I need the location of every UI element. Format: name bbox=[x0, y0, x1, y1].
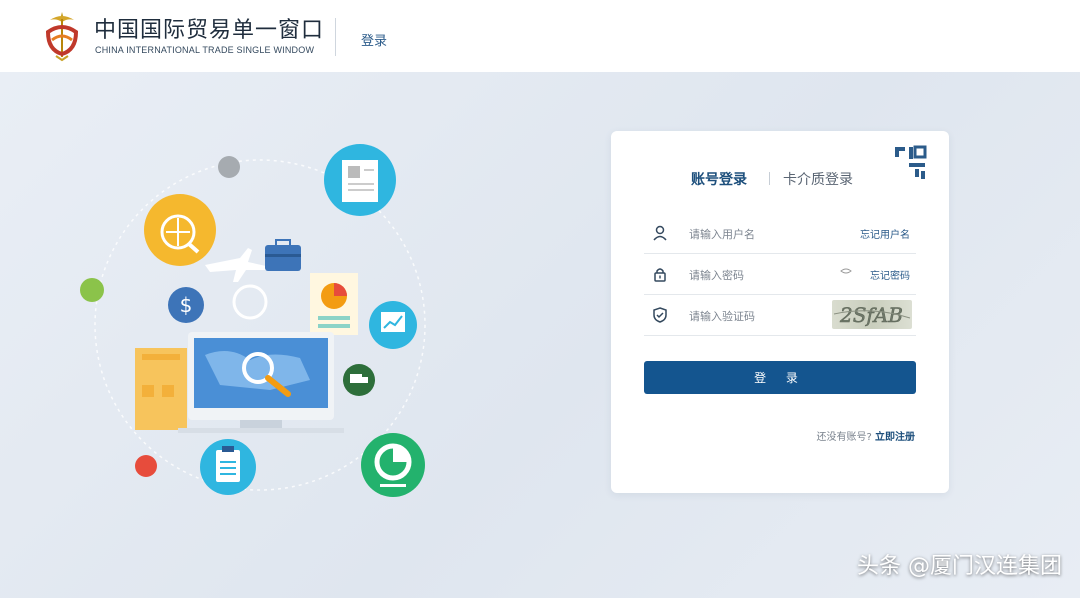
login-card: 账号登录 卡介质登录 忘记用户名 忘记密码 2SfAB bbox=[611, 131, 949, 493]
shield-check-icon bbox=[653, 307, 667, 323]
password-row: 忘记密码 bbox=[644, 254, 916, 295]
site-title-en: CHINA INTERNATIONAL TRADE SINGLE WINDOW bbox=[95, 45, 315, 55]
clipboard-icon bbox=[200, 439, 256, 495]
captcha-text: 2SfAB bbox=[839, 303, 903, 327]
pie-report-icon bbox=[310, 273, 358, 335]
username-row: 忘记用户名 bbox=[644, 213, 916, 254]
login-button[interactable]: 登 录 bbox=[644, 361, 916, 394]
svg-text:$: $ bbox=[180, 293, 193, 317]
green-dot bbox=[80, 278, 104, 302]
resume-document-icon bbox=[324, 144, 396, 216]
captcha-row: 2SfAB bbox=[644, 295, 916, 336]
trade-illustration: $ bbox=[80, 144, 426, 497]
airplane-icon bbox=[205, 248, 266, 282]
register-row: 还没有账号? 立即注册 bbox=[817, 428, 916, 443]
monitor-map-icon bbox=[178, 332, 344, 433]
gray-dot bbox=[218, 156, 240, 178]
user-icon bbox=[653, 225, 667, 241]
login-tabs: 账号登录 卡介质登录 bbox=[611, 169, 949, 189]
site-title-cn: 中国国际贸易单一窗口 bbox=[94, 18, 325, 43]
dollar-icon: $ bbox=[168, 287, 204, 323]
truck-icon bbox=[343, 364, 375, 396]
briefcase-icon bbox=[265, 239, 301, 271]
captcha-image[interactable]: 2SfAB bbox=[832, 300, 912, 329]
presentation-chart-icon bbox=[369, 301, 417, 349]
show-password-icon[interactable] bbox=[840, 268, 852, 274]
customs-emblem-icon[interactable] bbox=[40, 10, 84, 62]
small-globe-icon bbox=[232, 284, 268, 320]
tab-card-login[interactable]: 卡介质登录 bbox=[783, 169, 853, 189]
tab-separator bbox=[769, 172, 770, 185]
watermark-text: 头条 @厦门汉连集团 bbox=[857, 554, 1062, 579]
register-prompt: 还没有账号? bbox=[816, 432, 872, 443]
captcha-input[interactable] bbox=[687, 304, 831, 328]
donut-chart-icon bbox=[361, 433, 425, 497]
username-input[interactable] bbox=[687, 222, 831, 246]
forgot-username-link[interactable]: 忘记用户名 bbox=[860, 226, 910, 241]
red-dot bbox=[135, 455, 157, 477]
tab-account-login[interactable]: 账号登录 bbox=[691, 169, 747, 189]
lock-icon bbox=[654, 268, 666, 282]
top-header: 中国国际贸易单一窗口 CHINA INTERNATIONAL TRADE SIN… bbox=[0, 0, 1080, 72]
header-login-link[interactable]: 登录 bbox=[361, 30, 387, 49]
register-link[interactable]: 立即注册 bbox=[875, 432, 915, 443]
storefront-icon bbox=[135, 348, 187, 430]
password-input[interactable] bbox=[687, 263, 831, 287]
header-divider bbox=[335, 18, 336, 56]
forgot-password-link[interactable]: 忘记密码 bbox=[870, 267, 910, 282]
globe-search-icon bbox=[144, 194, 216, 266]
